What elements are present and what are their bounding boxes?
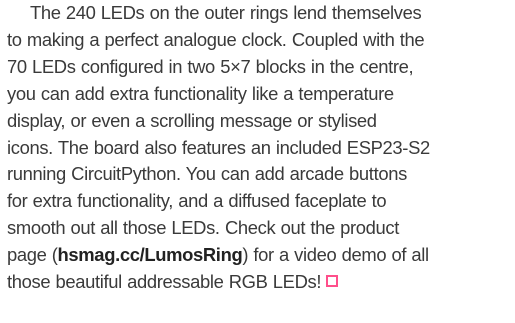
text-line: those beautiful addressable RGB LEDs! xyxy=(7,269,512,296)
end-of-article-icon xyxy=(326,275,339,288)
text-line: page (hsmag.cc/LumosRing) for a video de… xyxy=(7,242,512,269)
text-line: display, or even a scrolling message or … xyxy=(7,109,377,131)
text-line: you can add extra functionality like a t… xyxy=(7,82,394,104)
text-line: icons. The board also features an includ… xyxy=(7,136,430,158)
text-fragment: those beautiful addressable RGB LEDs! xyxy=(7,271,322,293)
text-fragment: ) for a video demo of all xyxy=(242,244,429,266)
product-page-link[interactable]: hsmag.cc/LumosRing xyxy=(58,244,243,265)
text-line: The 240 LEDs on the outer rings lend the… xyxy=(30,2,422,23)
text-fragment: page ( xyxy=(7,244,58,266)
text-line: to making a perfect analogue clock. Coup… xyxy=(7,28,425,50)
text-line: running CircuitPython. You can add arcad… xyxy=(7,163,407,185)
text-line: for extra functionality, and a diffused … xyxy=(7,190,387,212)
text-line: smooth out all those LEDs. Check out the… xyxy=(7,217,400,239)
article-body: The 240 LEDs on the outer rings lend the… xyxy=(0,0,515,323)
text-line: 70 LEDs configured in two 5×7 blocks in … xyxy=(7,55,414,77)
article-paragraph: The 240 LEDs on the outer rings lend the… xyxy=(7,0,512,296)
